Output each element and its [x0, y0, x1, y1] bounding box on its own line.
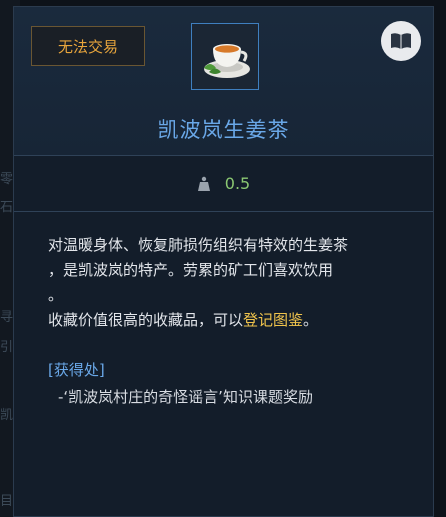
background-text: 目	[0, 494, 14, 509]
item-description: 对温暖身体、恢复肺损伤组织有特效的生姜茶 ，是凯波岚的特产。劳累的矿工们喜欢饮用…	[48, 233, 408, 333]
register-collection-link[interactable]: 登记图鉴	[243, 311, 303, 329]
source-title: [获得处]	[48, 361, 105, 379]
weight-icon	[197, 176, 210, 191]
item-tooltip: 无法交易 凯波岚生姜茶 0.5 对温暖身体、恢复肺损伤组织有特效的生姜茶 ，是凯…	[13, 6, 434, 517]
background-text: 凯	[0, 408, 14, 423]
collection-text-end: 。	[303, 311, 319, 329]
background-text: 石	[0, 200, 14, 215]
trade-status-label: 无法交易	[57, 37, 118, 56]
background-text: 寻	[0, 310, 14, 325]
background-text: 引	[0, 340, 14, 355]
trade-status-badge: 无法交易	[31, 26, 145, 66]
book-icon	[391, 33, 411, 49]
source-item: -‘凯波岚村庄的奇怪谣言’知识课题奖励	[58, 388, 313, 406]
weight-row: 0.5	[14, 156, 433, 212]
tea-cup-icon	[204, 43, 250, 78]
collection-text: 收藏价值很高的收藏品，可以	[48, 311, 244, 329]
weight-value: 0.5	[224, 174, 251, 193]
item-icon-frame	[191, 23, 259, 90]
tooltip-header: 无法交易 凯波岚生姜茶	[14, 7, 433, 156]
description-line: ，是凯波岚的特产。劳累的矿工们喜欢饮用	[48, 261, 334, 279]
collection-line: 收藏价值很高的收藏品，可以登记图鉴。	[48, 308, 408, 333]
description-line: 对温暖身体、恢复肺损伤组织有特效的生姜茶	[48, 236, 349, 254]
background-text: 零	[0, 172, 14, 187]
item-name: 凯波岚生姜茶	[157, 118, 290, 142]
description-line: 。	[48, 286, 64, 304]
collection-book-button[interactable]	[381, 21, 421, 61]
